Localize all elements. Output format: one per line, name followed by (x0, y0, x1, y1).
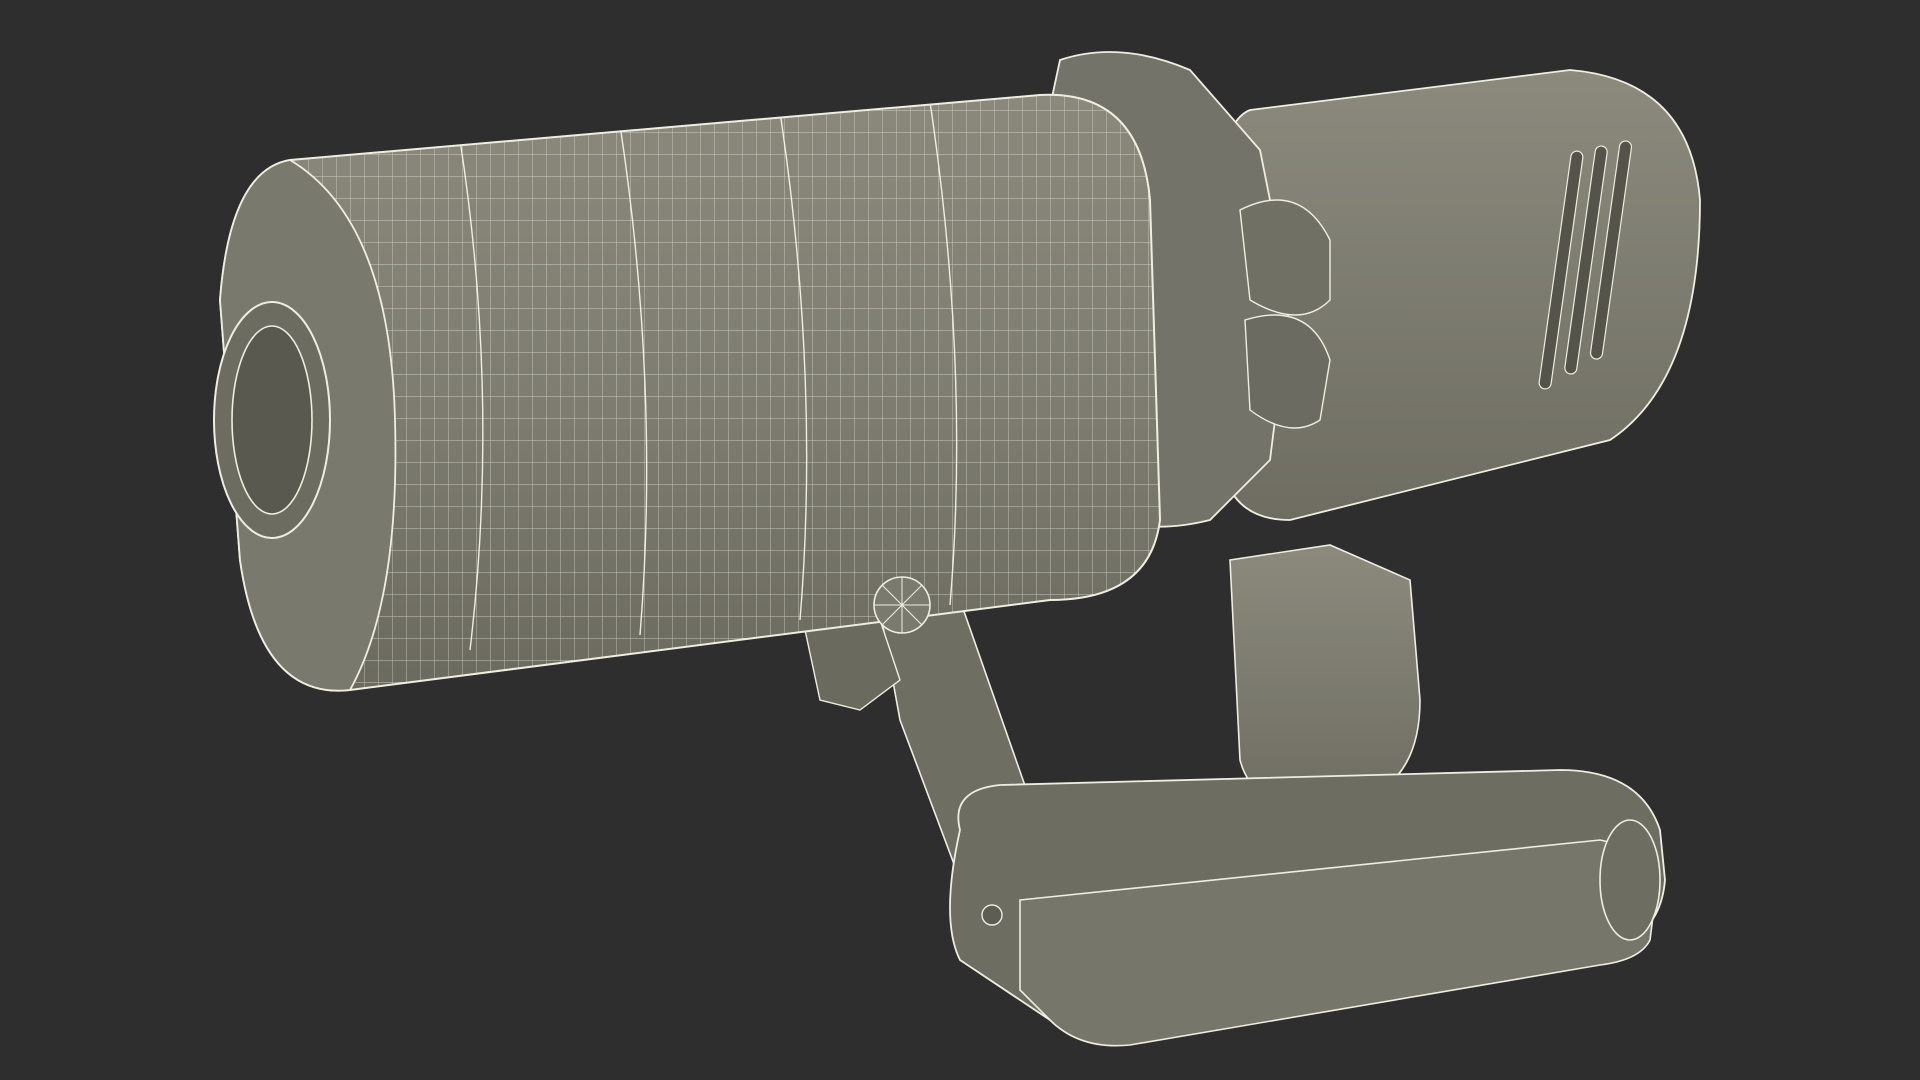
nozzle-opening (213, 301, 331, 539)
rear-handle (1229, 544, 1421, 811)
battery-pack (940, 765, 1670, 1055)
render-viewport (0, 0, 1920, 1080)
dust-bin-cylinder (200, 93, 1162, 720)
bin-release-button (873, 576, 931, 634)
wireframe-render (200, 0, 1920, 1080)
